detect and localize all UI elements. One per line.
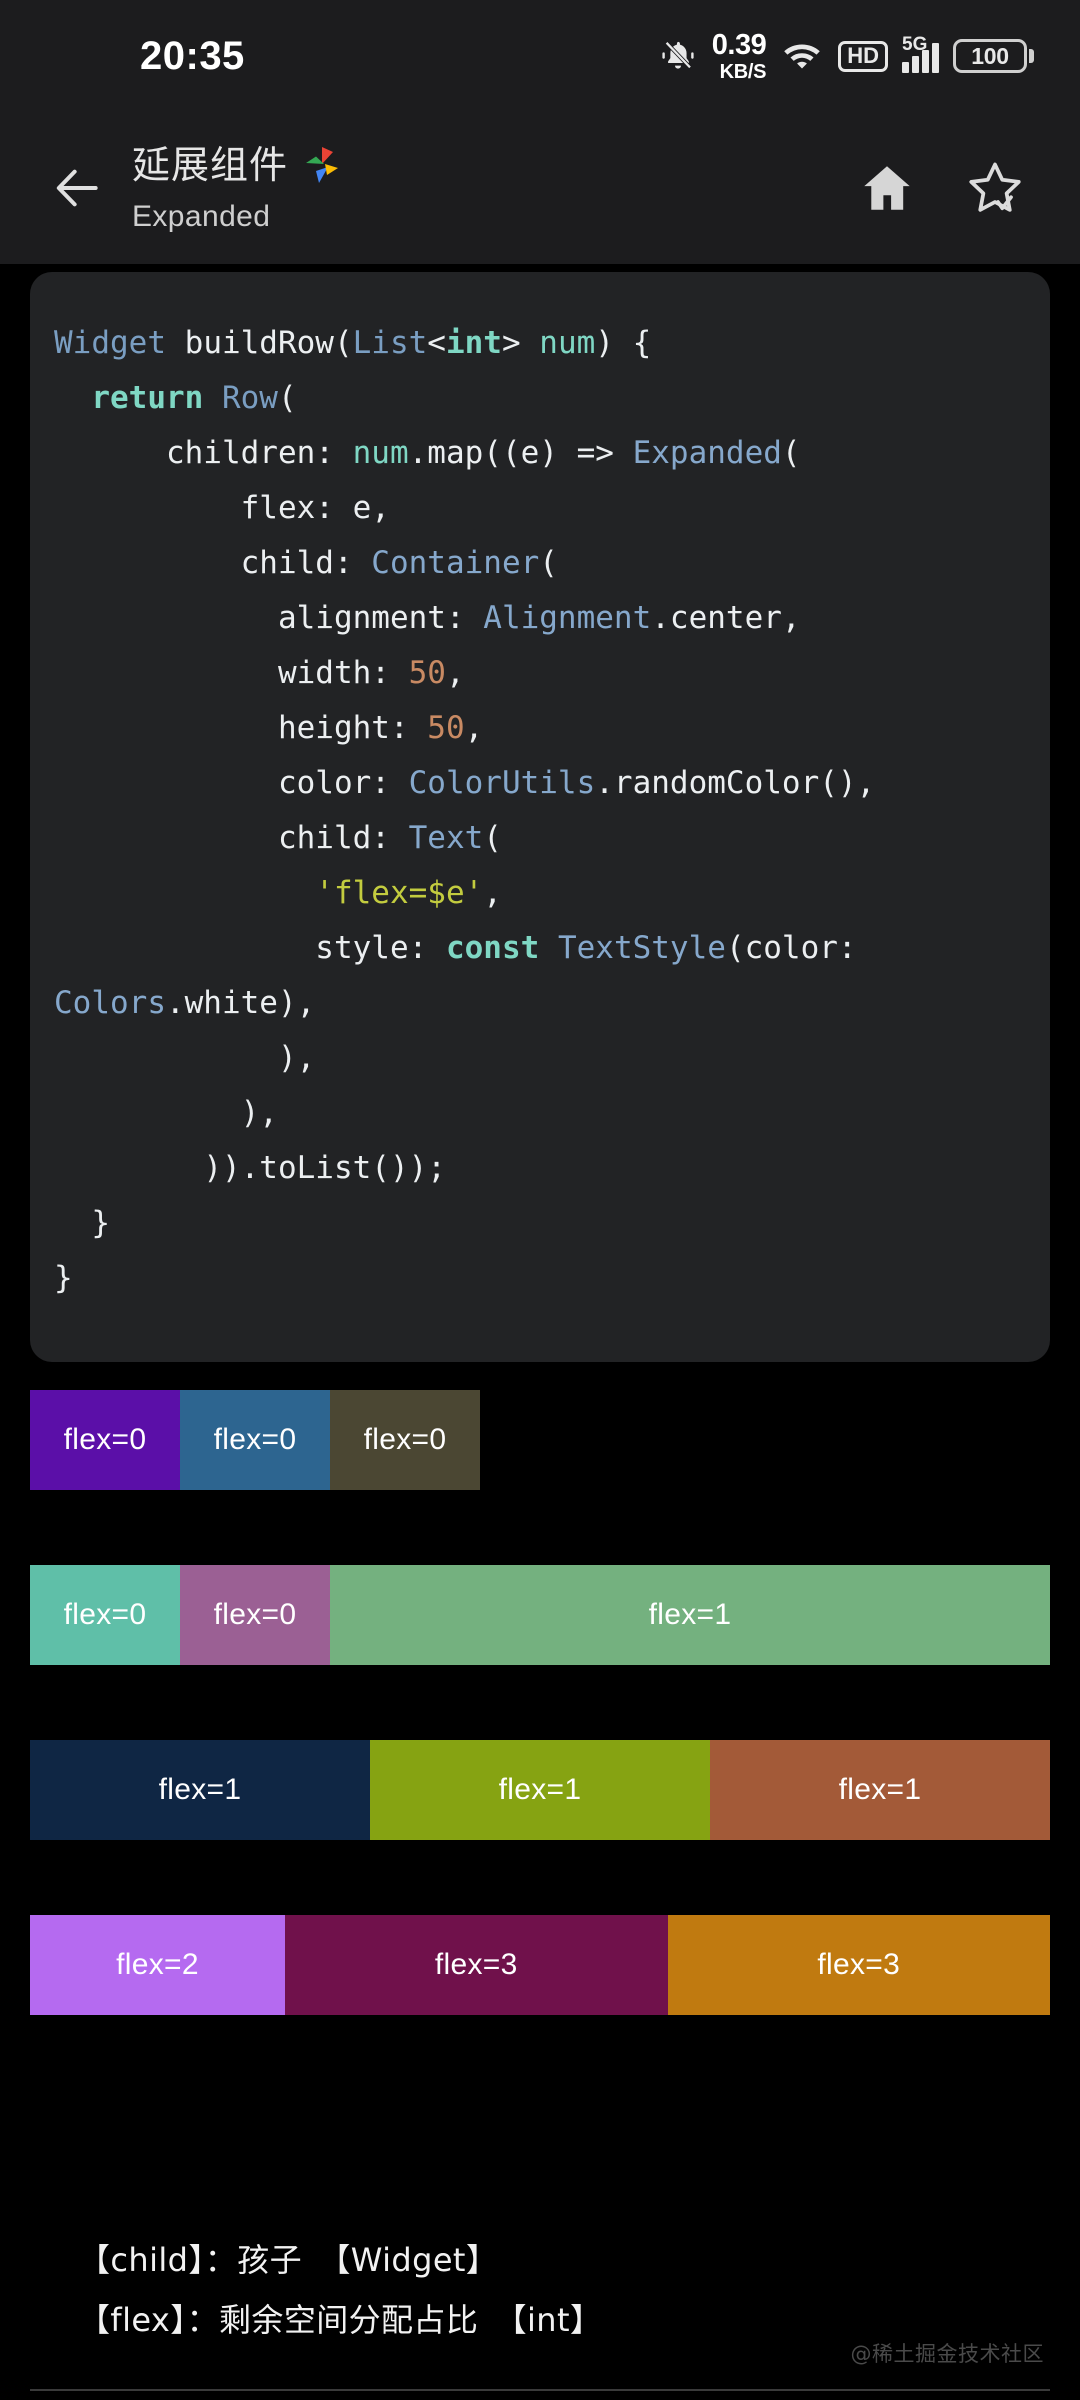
signal-bars-icon: 5G xyxy=(902,35,939,73)
wifi-icon xyxy=(780,38,824,74)
network-speed-unit: KB/S xyxy=(719,60,767,83)
back-button[interactable] xyxy=(34,145,120,231)
code-block-card: Widget buildRow(List<int> num) { return … xyxy=(30,272,1050,1362)
legend: 【child】：孩子 【Widget】 【flex】：剩余空间分配占比 【int… xyxy=(78,2230,1038,2350)
network-speed-value: 0.39 xyxy=(711,28,767,61)
flex-demo-cell: flex=0 xyxy=(30,1390,180,1490)
watermark: @稀土掘金技术社区 xyxy=(850,2342,1044,2366)
title-row: 延展组件 xyxy=(132,143,850,192)
app-bar-titles: 延展组件 Expanded xyxy=(120,143,850,234)
network-type-label: 5G xyxy=(902,34,928,55)
flex-demo-cell: flex=0 xyxy=(180,1390,330,1490)
flex-demo-cell: flex=0 xyxy=(180,1565,330,1665)
flex-demo-cell: flex=0 xyxy=(330,1390,480,1490)
status-icons: 0.39 KB/S HD 5G 100 xyxy=(658,28,1034,83)
flex-demo-cell: flex=1 xyxy=(330,1565,1050,1665)
flex-demo-cell: flex=2 xyxy=(30,1915,285,2015)
flex-demo-cell: flex=3 xyxy=(667,1915,1050,2015)
legend-line-child: 【child】：孩子 【Widget】 xyxy=(78,2241,499,2279)
flex-demo-row: flex=0 flex=0 flex=0 xyxy=(30,1390,1050,1490)
flutter-pinwheel-icon xyxy=(302,143,342,192)
favorite-button[interactable] xyxy=(958,151,1032,225)
flex-demo-cell: flex=3 xyxy=(285,1915,668,2015)
home-button[interactable] xyxy=(850,151,924,225)
flex-demo-cell: flex=1 xyxy=(710,1740,1050,1840)
status-clock: 20:35 xyxy=(140,33,245,78)
flex-demo-cell: flex=1 xyxy=(30,1740,370,1840)
bottom-divider xyxy=(30,2389,1050,2391)
flex-demo-rows: flex=0 flex=0 flex=0 flex=0 flex=0 flex=1 flex… xyxy=(30,1390,1050,2090)
network-speed: 0.39 KB/S xyxy=(711,28,767,83)
flex-demo-row: flex=1 flex=1 flex=1 xyxy=(30,1740,1050,1840)
signal-bar-2 xyxy=(912,56,919,73)
app-bar: 延展组件 Expanded xyxy=(0,112,1080,264)
page-title: 延展组件 xyxy=(132,145,289,188)
flex-demo-row: flex=0 flex=0 flex=1 xyxy=(30,1565,1050,1665)
hd-icon: HD xyxy=(838,40,888,72)
bell-muted-icon xyxy=(658,38,698,74)
page-subtitle: Expanded xyxy=(132,199,271,233)
app-bar-actions xyxy=(850,151,1046,225)
battery-level: 100 xyxy=(953,39,1027,73)
signal-bar-1 xyxy=(902,62,909,73)
battery-tip xyxy=(1029,49,1034,63)
flex-demo-cell: flex=0 xyxy=(30,1565,180,1665)
flex-demo-row: flex=2 flex=3 flex=3 xyxy=(30,1915,1050,2015)
code-block: Widget buildRow(List<int> num) { return … xyxy=(54,325,876,1296)
signal-bar-4 xyxy=(932,43,939,73)
flex-demo-cell: flex=1 xyxy=(370,1740,710,1840)
phone-screen: 20:35 0.39 KB/S HD 5G 100 延展组件 Expanded … xyxy=(0,0,1080,2400)
status-bar: 20:35 0.39 KB/S HD 5G 100 xyxy=(0,0,1080,112)
battery-icon: 100 xyxy=(953,39,1034,73)
